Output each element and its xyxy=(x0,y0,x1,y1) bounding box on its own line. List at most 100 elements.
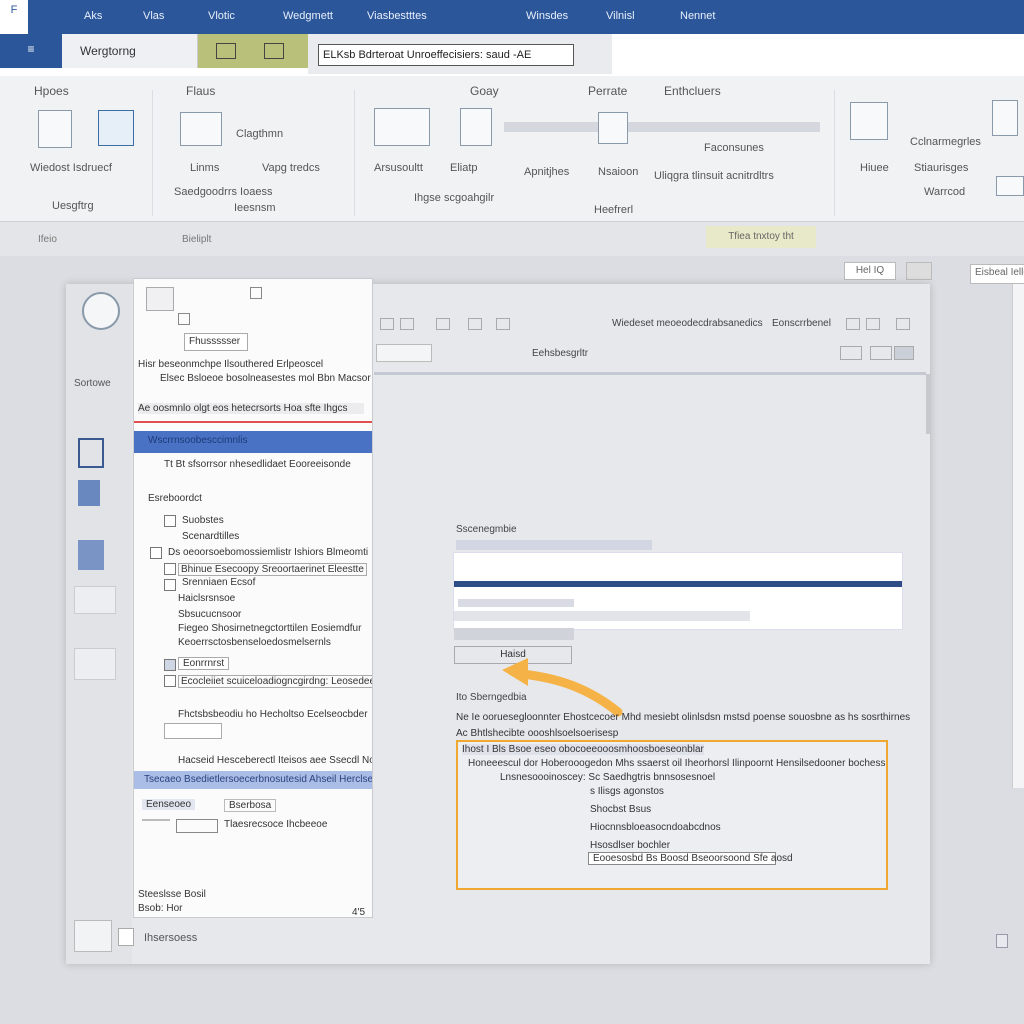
menu-item-8[interactable]: Nennet xyxy=(680,10,715,22)
checkbox[interactable] xyxy=(164,675,176,687)
checkbox-label[interactable]: Eonrrnrst xyxy=(178,657,230,670)
scroll-thumb[interactable] xyxy=(926,374,931,434)
checkbox-checked[interactable] xyxy=(164,659,176,671)
menu-item-3[interactable]: Vlotic xyxy=(208,10,235,22)
ribbon-label[interactable]: Uliqgra tlinsuit acnitrdltrs xyxy=(654,170,774,182)
panel-line[interactable]: Ae oosmnlo olgt eos hetecrsorts Hoa sfte… xyxy=(138,403,364,414)
ribbon-label[interactable]: Ihgse scgoahgilr xyxy=(414,192,494,204)
footer-item[interactable]: Tlaesrecsoce Ihcbeeoe xyxy=(224,819,327,830)
menu-item-7[interactable]: Vilnisl xyxy=(606,10,635,22)
panel-small-icon[interactable] xyxy=(178,313,190,325)
footer-item[interactable]: Bserbosa xyxy=(224,799,277,812)
toolbar2-icon[interactable] xyxy=(870,346,892,360)
save-icon[interactable] xyxy=(78,480,100,506)
checkbox[interactable] xyxy=(164,563,176,575)
ribbon-label[interactable]: Ieesnsm xyxy=(234,202,276,214)
ribbon-label[interactable]: Vapg tredcs xyxy=(262,162,320,174)
ribbon-slider[interactable] xyxy=(504,122,820,132)
toolbar-icon[interactable] xyxy=(896,318,910,330)
share-icon[interactable] xyxy=(74,648,116,680)
toolbar-icon[interactable] xyxy=(866,318,880,330)
ribbon-label[interactable]: Hiuee xyxy=(860,162,889,174)
status-checkbox[interactable] xyxy=(118,928,134,946)
ribbon-label[interactable]: Arsusoultt xyxy=(374,162,423,174)
window-scrollbar[interactable] xyxy=(1012,284,1024,788)
panel-lock-icon[interactable] xyxy=(250,287,262,299)
checkbox-label[interactable]: Ecocleiiet scuiceloadiogncgirdng: Leosed… xyxy=(178,675,372,688)
panel-field[interactable] xyxy=(164,723,222,739)
note-icon[interactable] xyxy=(992,100,1018,136)
window-icon[interactable] xyxy=(216,43,236,59)
ribbon-label[interactable]: Stiaurisges xyxy=(914,162,968,174)
toolbar-label[interactable]: Wiedeset meoeodecdrabsanedics xyxy=(612,318,763,329)
resize-icon[interactable] xyxy=(996,934,1008,948)
footer-button-2[interactable] xyxy=(176,819,218,833)
ribbon-label[interactable]: Heefrerl xyxy=(594,204,633,216)
footer-button[interactable] xyxy=(142,819,170,821)
checkbox-label[interactable]: Fiegeo Shosirnetnegctorttilen Eosiemdfur xyxy=(178,623,361,634)
menu-item-2[interactable]: Vlas xyxy=(143,10,164,22)
highlighted-block[interactable]: Ihost I Bls Bsoe eseo obocoeeooosmhoosbo… xyxy=(456,740,888,890)
checkbox-label[interactable]: Fhctsbsbeodiu ho Hecholtso Ecelseocbder xyxy=(178,709,368,720)
zoom-field[interactable]: Hel IQ xyxy=(844,262,896,280)
toolbar-icon[interactable] xyxy=(468,318,482,330)
app-icon[interactable]: F xyxy=(0,0,28,34)
checkbox-label[interactable]: Ds oeoorsoebomossiemlistr Ishiors Blmeom… xyxy=(168,547,368,558)
search-input[interactable] xyxy=(318,44,574,66)
menu-item-5[interactable]: Viasbestttes xyxy=(367,10,427,22)
style-field[interactable] xyxy=(376,344,432,362)
toolbar-label[interactable]: Eonscrrbenel xyxy=(772,318,831,329)
toolbar-icon[interactable] xyxy=(380,318,394,330)
clipboard-icon[interactable] xyxy=(180,112,222,146)
toolbar-icon[interactable] xyxy=(496,318,510,330)
ribbon-label[interactable]: Uesgftrg xyxy=(52,200,94,212)
folder-icon[interactable] xyxy=(264,43,284,59)
active-tab[interactable]: Wergtorng xyxy=(62,34,198,68)
grid-view-icon[interactable] xyxy=(74,920,112,952)
bookmark-icon[interactable] xyxy=(78,438,104,468)
toolbar-icon[interactable] xyxy=(436,318,450,330)
panel-grid-icon[interactable] xyxy=(146,287,174,311)
selected-bottom-row[interactable]: Tsecaeo Bsedietlersoecerbnosutesid Ahsei… xyxy=(134,771,372,789)
people-icon[interactable] xyxy=(850,102,888,140)
ribbon-label[interactable]: Faconsunes xyxy=(704,142,764,154)
block-input[interactable]: Eooesosbd Bs Boosd Bseoorsoond Sfe aosd xyxy=(588,852,793,865)
ribbon-label[interactable]: Wiedost Isdruecf xyxy=(30,162,112,174)
menu-toggle-icon[interactable]: ≡ xyxy=(0,34,62,68)
toolbar2-label[interactable]: Eehsbesgrltr xyxy=(532,348,588,359)
checkbox[interactable] xyxy=(150,547,162,559)
ribbon-label[interactable]: Apnitjhes xyxy=(524,166,569,178)
checkbox-label[interactable]: Haiclsrsnsoe xyxy=(178,593,235,604)
selected-row[interactable]: Wscrrnsoobesccimnlis xyxy=(134,431,372,453)
checkbox-label[interactable]: Sbsucucnsoor xyxy=(178,609,241,620)
ribbon-label[interactable]: Eliatp xyxy=(450,162,478,174)
footer-item[interactable]: Eenseoeo xyxy=(142,799,196,810)
warning-icon[interactable] xyxy=(98,110,134,146)
ribbon-label[interactable]: Saedgoodrrs Ioaess xyxy=(174,186,272,198)
mail-icon[interactable] xyxy=(996,176,1024,196)
ribbon-label[interactable]: Linms xyxy=(190,162,219,174)
ribbon-label[interactable]: Clagthmn xyxy=(236,128,283,140)
ribbon-label[interactable]: Cclnarmegrles xyxy=(910,136,981,148)
toolbar2-icon[interactable] xyxy=(840,346,862,360)
ribbon-label[interactable]: Warrcod xyxy=(924,186,965,198)
checkbox-label[interactable]: Scenardtilles xyxy=(182,531,239,542)
grid-icon[interactable] xyxy=(906,262,932,280)
ribbon-label[interactable]: Nsaioon xyxy=(598,166,638,178)
toolbar-icon[interactable] xyxy=(846,318,860,330)
image-icon[interactable] xyxy=(78,540,104,570)
checkbox[interactable] xyxy=(164,579,176,591)
document-icon[interactable] xyxy=(38,110,72,148)
checkbox-label[interactable]: Keoerrsctosbenseloedosmelsernls xyxy=(178,637,331,648)
checkbox-label[interactable]: Bhinue Esecoopy Sreoortaerinet Eleestte xyxy=(178,563,367,576)
toolbar-icon[interactable] xyxy=(400,318,414,330)
page-icon[interactable] xyxy=(460,108,492,146)
print-icon[interactable] xyxy=(74,586,116,614)
settings-icon[interactable] xyxy=(82,292,120,330)
layout-icon[interactable] xyxy=(374,108,430,146)
menu-item-1[interactable]: Aks xyxy=(84,10,102,22)
table-icon[interactable] xyxy=(598,112,628,144)
ribbon-footer-highlight[interactable]: Tfiea tnxtoy tht xyxy=(706,226,816,248)
ribbon-label[interactable]: Enthcluers xyxy=(664,84,721,98)
menu-item-6[interactable]: Winsdes xyxy=(526,10,568,22)
